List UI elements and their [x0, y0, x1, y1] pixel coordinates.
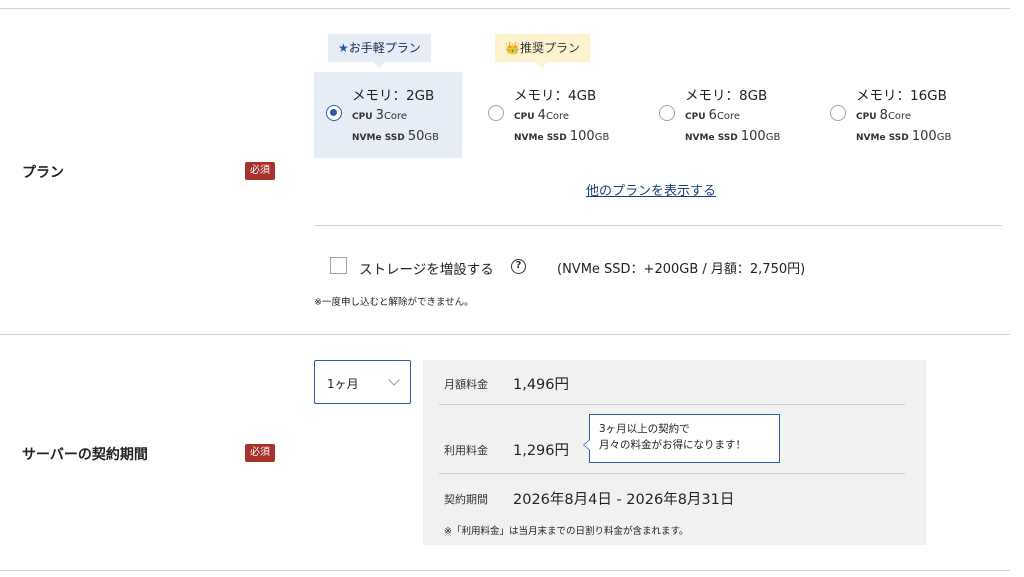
plan-ssd: NVMe SSD 50GB	[352, 129, 440, 144]
plan-radio-8gb[interactable]	[659, 105, 675, 121]
plan-ssd: NVMe SSD 100GB	[856, 129, 952, 144]
help-icon[interactable]: ?	[511, 259, 526, 274]
star-icon: ★	[338, 41, 349, 55]
plan-radio-2gb[interactable]	[326, 105, 342, 121]
period-select-value: 1ヶ月	[327, 377, 359, 391]
plan-cpu: CPU 6Core	[685, 108, 741, 123]
add-storage-checkbox[interactable]	[330, 257, 347, 274]
plan-memory: メモリ：8GB	[685, 88, 768, 104]
monthly-fee-label: 月額料金	[444, 378, 488, 391]
plan-ssd: NVMe SSD 100GB	[514, 129, 610, 144]
plan-cpu: CPU 8Core	[856, 108, 912, 123]
chevron-down-icon	[388, 374, 400, 386]
plan-option-8gb[interactable]: メモリ：8GB CPU 6Core NVMe SSD 100GB	[647, 72, 807, 158]
crown-icon: 👑	[505, 41, 520, 55]
usage-fee-note: ※「利用料金」は当月末までの日割り料金が含まれます。	[444, 526, 689, 537]
tooltip-line-2: 月々の料金がお得になります！	[599, 439, 746, 451]
add-storage-label[interactable]: ストレージを増設する	[359, 258, 494, 278]
tooltip-line-1: 3ヶ月以上の契約で	[599, 423, 690, 435]
plan-radio-4gb[interactable]	[488, 105, 504, 121]
plan-memory: メモリ：2GB	[352, 88, 435, 104]
plan-label: プラン	[22, 165, 64, 181]
usage-fee-value: 1,296円	[513, 443, 570, 459]
contract-period-dates-label: 契約期間	[444, 493, 488, 506]
price-summary: 月額料金 1,496円 利用料金 1,296円 3ヶ月以上の契約で 月々の料金が…	[423, 360, 926, 545]
plan-storage-divider	[314, 225, 1002, 226]
recommended-plan-tag: 👑推奨プラン	[495, 34, 590, 68]
plan-required-badge: 必須	[245, 162, 275, 180]
bottom-divider	[0, 570, 1010, 571]
contract-period-dates: 2026年8月4日 - 2026年8月31日	[513, 492, 735, 508]
price-separator	[439, 473, 905, 474]
usage-fee-label: 利用料金	[444, 444, 488, 457]
easy-plan-tag: ★お手軽プラン	[328, 34, 431, 68]
period-required-badge: 必須	[245, 444, 275, 462]
recommended-plan-tag-text: 推奨プラン	[519, 41, 580, 55]
plan-option-4gb[interactable]: メモリ：4GB CPU 4Core NVMe SSD 100GB	[476, 72, 636, 158]
storage-note: ※一度申し込むと解除ができません。	[314, 297, 474, 308]
plan-option-16gb[interactable]: メモリ：16GB CPU 8Core NVMe SSD 100GB	[818, 72, 988, 158]
plan-memory: メモリ：4GB	[514, 88, 597, 104]
plan-option-2gb[interactable]: メモリ：2GB CPU 3Core NVMe SSD 50GB	[314, 72, 462, 158]
plan-radio-16gb[interactable]	[830, 105, 846, 121]
show-other-plans-link[interactable]: 他のプランを表示する	[586, 180, 716, 199]
section-divider	[0, 334, 1010, 335]
plan-memory: メモリ：16GB	[856, 88, 947, 104]
storage-detail: (NVMe SSD：+200GB / 月額：2,750円)	[557, 262, 806, 277]
plan-cpu: CPU 4Core	[514, 108, 570, 123]
price-separator	[439, 404, 905, 405]
discount-tooltip: 3ヶ月以上の契約で 月々の料金がお得になります！	[583, 414, 780, 463]
plan-ssd: NVMe SSD 100GB	[685, 129, 781, 144]
top-divider	[0, 8, 1010, 9]
period-select[interactable]: 1ヶ月	[314, 360, 411, 404]
easy-plan-tag-text: お手軽プラン	[348, 41, 421, 55]
monthly-fee-value: 1,496円	[513, 377, 570, 393]
contract-period-label: サーバーの契約期間	[22, 447, 148, 463]
plan-cpu: CPU 3Core	[352, 108, 408, 123]
